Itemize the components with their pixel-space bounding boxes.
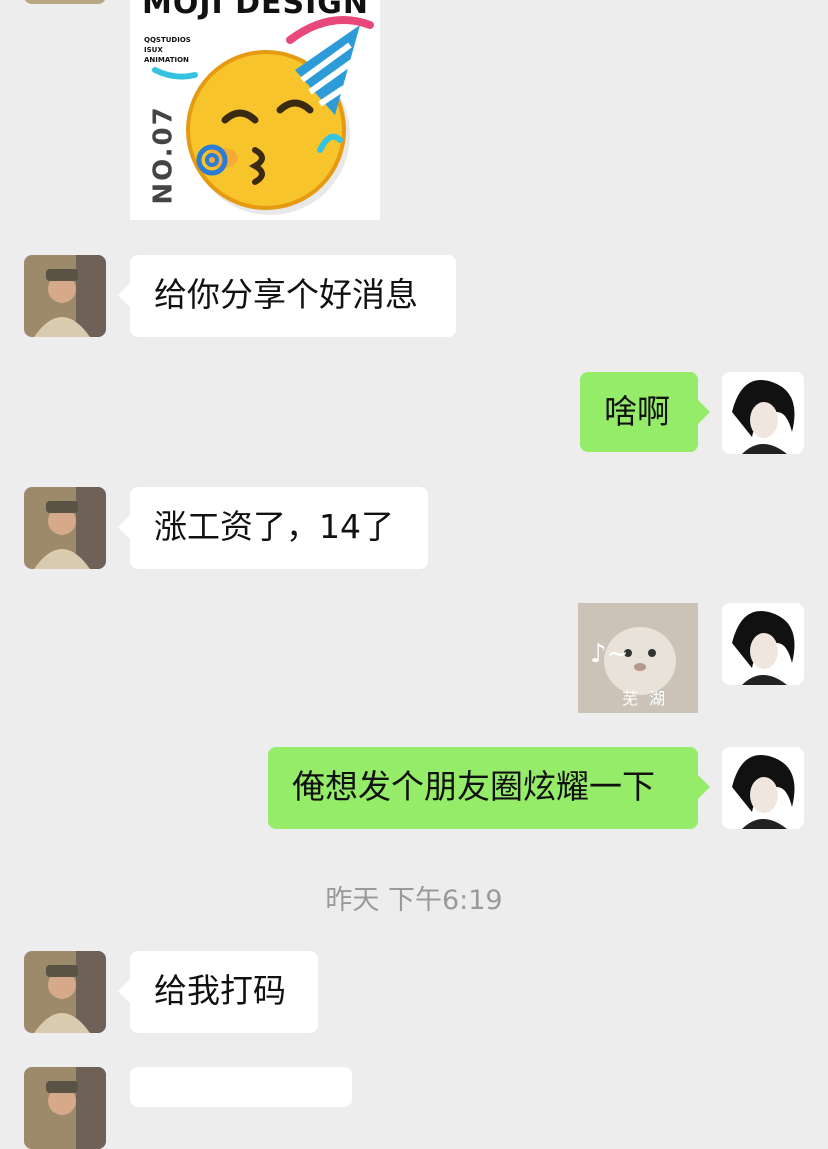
music-card-image[interactable]: ♪~ 芜 湖 xyxy=(578,603,698,713)
contact-avatar[interactable] xyxy=(24,255,106,337)
contact-avatar[interactable] xyxy=(24,487,106,569)
contact-avatar[interactable] xyxy=(24,951,106,1033)
emoji-sticker-image[interactable]: MOJI DESIGN QQSTUDIOS ISUX ANIMATION NO.… xyxy=(130,0,380,220)
message-text: 涨工资了，14了 xyxy=(154,507,394,546)
party-face-icon xyxy=(152,16,374,215)
message-bubble-partial[interactable] xyxy=(130,1067,352,1107)
my-avatar[interactable] xyxy=(722,603,804,685)
message-bubble[interactable]: 俺想发个朋友圈炫耀一下 xyxy=(268,747,710,829)
message-bubble[interactable]: 涨工资了，14了 xyxy=(118,487,428,569)
contact-avatar[interactable] xyxy=(24,1067,106,1149)
message-text: 俺想发个朋友圈炫耀一下 xyxy=(292,767,655,806)
music-note: ♪~ xyxy=(590,639,629,669)
message-bubble[interactable]: 啥啊 xyxy=(580,372,710,452)
message-text: 啥啊 xyxy=(604,392,670,431)
message-bubble[interactable]: 给你分享个好消息 xyxy=(118,255,456,337)
message-text: 给我打码 xyxy=(154,971,286,1010)
message-timestamp: 昨天 下午6:19 xyxy=(325,885,503,916)
message-text: 给你分享个好消息 xyxy=(154,275,418,314)
contact-avatar[interactable] xyxy=(24,0,106,4)
my-avatar[interactable] xyxy=(722,747,804,829)
music-label: 芜 湖 xyxy=(622,689,669,708)
my-avatar[interactable] xyxy=(722,372,804,454)
message-bubble[interactable]: 给我打码 xyxy=(118,951,318,1033)
